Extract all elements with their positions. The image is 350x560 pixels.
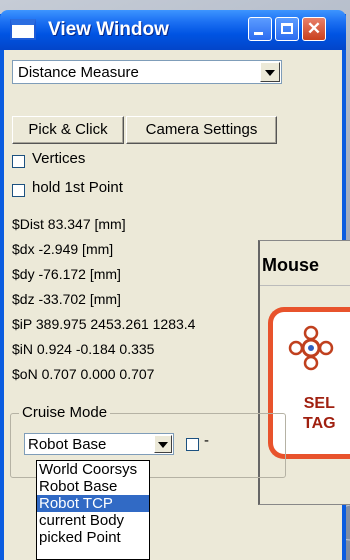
dropdown-option-world-coorsys[interactable]: World Coorsys [37,461,149,478]
dist-readout: $Dist 83.347 [mm] [12,216,126,232]
minimize-icon [254,32,263,35]
measure-mode-select[interactable]: Distance Measure [12,60,282,84]
window-icon [10,19,36,40]
cruise-option-label: - [204,432,209,449]
cruise-mode-value: Robot Base [28,436,107,453]
ip-readout: $iP 389.975 2453.261 1283.4 [12,316,196,332]
title-bar[interactable]: View Window ✕ [0,10,346,50]
measure-mode-dropdown-button[interactable] [260,62,280,82]
mouse-window-divider [260,285,350,286]
cruise-option-checkbox[interactable] [186,438,199,451]
chevron-down-icon [158,442,168,448]
sel-tag-label: SEL TAG [303,394,336,434]
dropdown-option-robot-tcp[interactable]: Robot TCP [37,495,149,512]
pick-click-button[interactable]: Pick & Click [12,116,124,144]
cruise-mode-dropdown-list[interactable]: World Coorsys Robot Base Robot TCP curre… [36,460,150,560]
on-readout: $oN 0.707 0.000 0.707 [12,366,155,382]
in-readout: $iN 0.924 -0.184 0.335 [12,341,155,357]
dropdown-option-current-body[interactable]: current Body [37,512,149,529]
window-title: View Window [48,19,169,40]
dz-readout: $dz -33.702 [mm] [12,291,121,307]
mouse-navigate-icon [288,325,334,371]
dropdown-option-robot-base[interactable]: Robot Base [37,478,149,495]
chevron-down-icon [265,70,275,76]
vertices-label: Vertices [32,150,86,167]
tag-label: TAG [303,415,336,432]
dx-readout: $dx -2.949 [mm] [12,241,114,257]
mouse-window-title: Mouse [262,255,320,275]
sel-label: SEL [303,395,335,412]
hold-first-point-checkbox[interactable] [12,184,25,197]
camera-settings-button[interactable]: Camera Settings [126,116,277,144]
dy-readout: $dy -76.172 [mm] [12,266,121,282]
measure-mode-value: Distance Measure [18,64,139,81]
close-button[interactable]: ✕ [302,17,326,41]
cruise-mode-dropdown-button[interactable] [154,435,172,453]
maximize-button[interactable] [275,17,299,41]
maximize-icon [281,23,293,34]
vertices-checkbox[interactable] [12,155,25,168]
close-icon: ✕ [306,19,322,38]
hold-first-point-label: hold 1st Point [32,179,123,196]
cruise-mode-select[interactable]: Robot Base [24,433,174,455]
cruise-mode-label: Cruise Mode [19,404,111,421]
dropdown-option-picked-point[interactable]: picked Point [37,529,149,546]
minimize-button[interactable] [248,17,272,41]
